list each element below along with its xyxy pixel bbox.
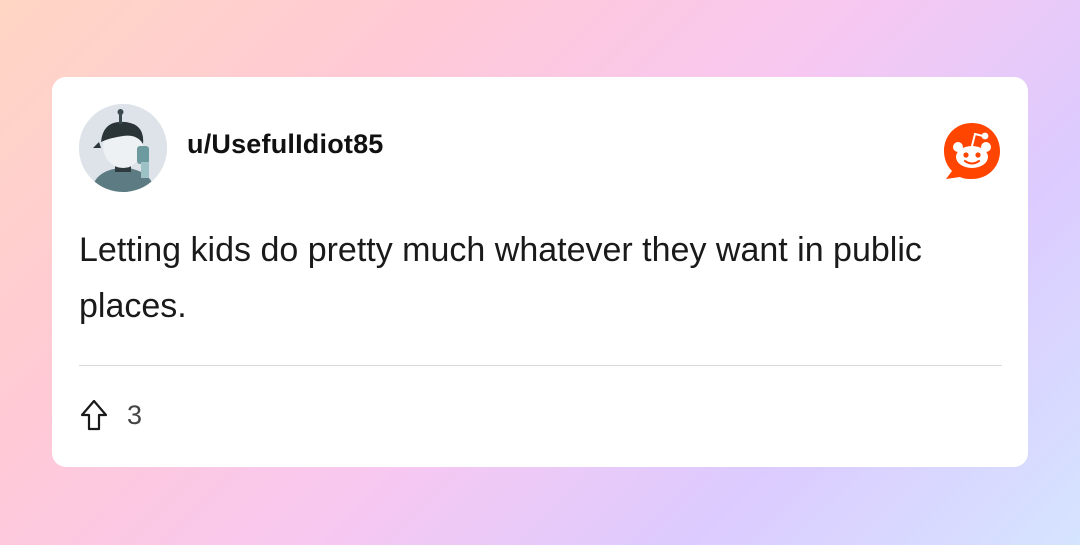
upvote-arrow-icon[interactable] <box>79 398 109 432</box>
upvote-count: 3 <box>127 399 143 430</box>
post-body: Letting kids do pretty much whatever the… <box>79 231 922 325</box>
divider <box>79 365 1002 366</box>
reddit-logo-icon[interactable] <box>940 119 1004 183</box>
avatar[interactable] <box>79 104 167 192</box>
vote-bar: 3 <box>79 397 142 433</box>
post-card: u/UsefulIdiot85 Letting kids do pretty m… <box>52 77 1028 467</box>
username[interactable]: u/UsefulIdiot85 <box>187 129 384 160</box>
avatar-image <box>79 104 167 192</box>
